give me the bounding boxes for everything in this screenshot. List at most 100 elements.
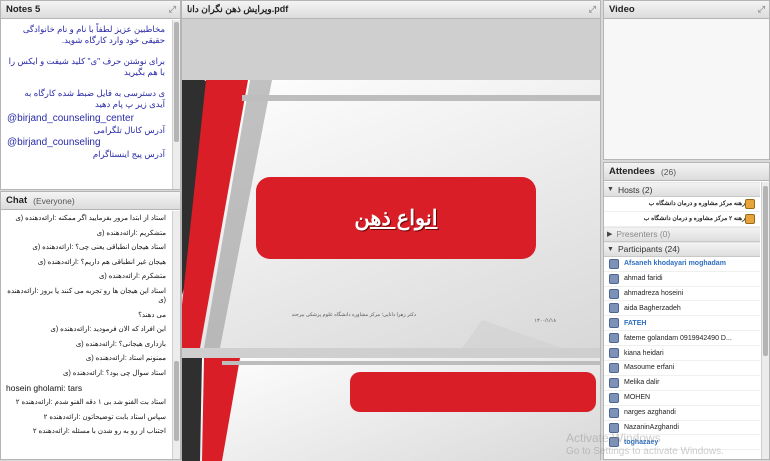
attendee-name: FATEH — [624, 319, 647, 327]
hosts-section[interactable]: ▼ Hosts (2) — [604, 182, 760, 197]
collapse-arrow-icon[interactable]: ▼ — [607, 186, 614, 193]
collapse-arrow-icon[interactable]: ▼ — [607, 246, 614, 253]
attendee-name: narges azghandi — [624, 409, 676, 417]
chat-message: سپاس استاد بابت توضیحاتون :ارائه‌دهنده ۲ — [43, 413, 166, 421]
chat-message: ممنونم استاد :ارائه‌دهنده (ی — [85, 355, 166, 363]
slide-title: انواع ذهن — [354, 206, 438, 230]
slide-date: ۱۴۰۰/۱/۱۸ — [534, 318, 556, 324]
attendee-name: رهنه مرکز مشاوره و درمان دانشگاه ب — [648, 201, 745, 208]
attendee-name: NazaninAzghandi — [624, 424, 679, 432]
chat-message: استاد سوال چی بود؟ :ارائه‌دهنده (ی — [63, 369, 166, 377]
participants-section[interactable]: ▼ Participants (24) — [604, 241, 760, 257]
expand-icon[interactable]: ⤢ — [169, 4, 176, 15]
notes-line: مخاطبین عزیز لطفاً با نام و نام خانوادگی… — [22, 24, 165, 45]
attendee-row[interactable]: MOHEN — [604, 391, 760, 406]
expand-icon[interactable]: ⤢ — [589, 4, 596, 15]
attendee-row[interactable]: ahmadreza hoseini — [604, 287, 760, 302]
participant-icon — [609, 392, 619, 403]
attendee-row[interactable]: NazaninAzghandi — [604, 421, 760, 436]
chat-message: اجتناب از رو به رو شدن با مسئله :ارائه‌د… — [32, 428, 166, 436]
attendee-row[interactable]: رهنه ۲ مرکز مشاوره و درمان دانشگاه ب — [604, 212, 760, 227]
attendee-name: Masoume erfani — [624, 364, 675, 372]
chat-message: می دهند؟ — [138, 311, 166, 319]
chat-message: متشکرم :ارائه‌دهنده (ی — [98, 273, 166, 281]
expand-icon[interactable]: ⤢ — [758, 4, 765, 15]
chat-title: Chat — [6, 195, 28, 206]
share-header: ویرایش ذهن نگران دانا.pdf ⤢ — [182, 1, 600, 19]
attendee-name: Afsaneh khodayari moghadam — [624, 260, 726, 268]
chat-message: استاد این هیجان ها رو تجربه می کنند یا ب… — [7, 287, 166, 304]
attendee-row[interactable]: narges azghandi — [604, 406, 760, 421]
attendees-scrollbar[interactable] — [761, 182, 769, 459]
presenters-label: Presenters (0) — [616, 229, 671, 240]
participant-icon — [609, 288, 619, 299]
chat-messages: استاد از ابتدا مرور بفرمایید اگر ممکنه :… — [1, 211, 171, 459]
attendee-row[interactable]: fateme golandam 0919942490 D... — [604, 331, 760, 347]
participant-icon — [609, 333, 619, 344]
host-icon — [745, 198, 755, 209]
participant-icon — [609, 377, 619, 388]
attendee-row[interactable]: Masoume erfani — [604, 361, 760, 376]
attendee-row[interactable]: FATEH — [604, 316, 760, 332]
attendee-row[interactable]: Melika dalir — [604, 376, 760, 391]
notes-scrollbar[interactable] — [172, 20, 180, 189]
participants-label: Participants (24) — [617, 244, 680, 255]
slide-gap — [182, 20, 600, 80]
attendee-row[interactable]: رهنه مرکز مشاوره و درمان دانشگاه ب — [604, 197, 760, 212]
slide-title-box: انواع ذهن — [256, 177, 536, 259]
slide-gap — [182, 348, 600, 358]
attendees-count: (26) — [660, 166, 677, 177]
presenters-section[interactable]: ▶ Presenters (0) — [604, 226, 760, 242]
attendee-name: fateme golandam 0919942490 D... — [624, 334, 732, 342]
attendee-row[interactable]: ahmad faridi — [604, 272, 760, 287]
attendee-row[interactable]: Afsaneh khodayari moghadam — [604, 257, 760, 272]
attendee-name: kiana heidari — [624, 349, 664, 357]
chat-scope[interactable]: (Everyone) — [33, 196, 75, 206]
document-title: ویرایش ذهن نگران دانا.pdf — [187, 4, 289, 14]
share-pod: ویرایش ذهن نگران دانا.pdf ⤢ انواع ذهن دک… — [181, 0, 601, 461]
scroll-thumb[interactable] — [174, 361, 179, 441]
attendees-header: Attendees (26) — [604, 163, 769, 181]
chat-header: Chat (Everyone) — [1, 192, 180, 210]
attendee-row[interactable]: aida Bagherzadeh — [604, 301, 760, 317]
attendee-name: ahmad faridi — [624, 275, 663, 283]
attendees-pod: Attendees (26) ▼ Hosts (2) رهنه مرکز مشا… — [603, 162, 770, 460]
notes-line: ی دسترسی به فایل ضبط شده کارگاه به آیدی … — [24, 88, 165, 109]
chat-scrollbar[interactable] — [172, 211, 180, 459]
attendee-row[interactable]: kiana heidari — [604, 346, 760, 362]
chat-message: متشکریم :ارائه‌دهنده (ی — [96, 229, 166, 237]
video-title: Video — [609, 4, 635, 15]
notes-header: Notes 5 ⤢ — [1, 1, 180, 19]
attendee-row[interactable]: toghazaey — [604, 435, 760, 451]
expand-arrow-icon[interactable]: ▶ — [607, 230, 612, 238]
attendee-name: ahmadreza hoseini — [624, 290, 684, 297]
slide-current: انواع ذهن دکتر زهرا دانایی؛ مرکز مشاوره … — [182, 80, 600, 348]
telegram-label: آدرس کانال تلگرامی — [93, 125, 165, 135]
scroll-thumb[interactable] — [763, 186, 768, 356]
instagram-label: آدرس پیج اینستاگرام — [92, 149, 165, 159]
attendee-name: Melika dalir — [624, 379, 660, 387]
attendee-name: aida Bagherzadeh — [624, 304, 681, 312]
participant-icon — [609, 258, 619, 269]
telegram-handle: @birjand_counseling_center — [7, 113, 134, 124]
host-icon — [745, 213, 755, 224]
participant-icon — [609, 348, 619, 359]
slide-next — [182, 358, 600, 461]
scroll-thumb[interactable] — [174, 22, 179, 142]
chat-message: hosein gholami: tars — [6, 382, 83, 393]
notes-title: Notes 5 — [6, 4, 41, 15]
instagram-handle: @birjand_counseling — [7, 137, 101, 148]
notes-line: برای نوشتن حرف "ی" کلید شیفت و ایکس را ب… — [8, 56, 165, 77]
chat-message: استاد بت الفنو شد بی ۱ دقه الفنو شدم :ار… — [15, 399, 166, 407]
participant-icon — [609, 437, 619, 448]
participant-icon — [609, 407, 619, 418]
participant-icon — [609, 318, 619, 329]
attendee-name: MOHEN — [624, 394, 651, 402]
chat-pod: Chat (Everyone) استاد از ابتدا مرور بفرم… — [0, 191, 181, 460]
slide-band — [222, 361, 600, 365]
chat-message: این افراد که الان فرمودید :ارائه‌دهنده (… — [50, 326, 166, 334]
participant-icon — [609, 362, 619, 373]
notes-body: مخاطبین عزیز لطفاً با نام و نام خانوادگی… — [1, 20, 171, 189]
slide-credit: دکتر زهرا دانایی؛ مرکز مشاوره دانشگاه عل… — [291, 312, 416, 318]
video-header: Video ⤢ — [604, 1, 769, 19]
